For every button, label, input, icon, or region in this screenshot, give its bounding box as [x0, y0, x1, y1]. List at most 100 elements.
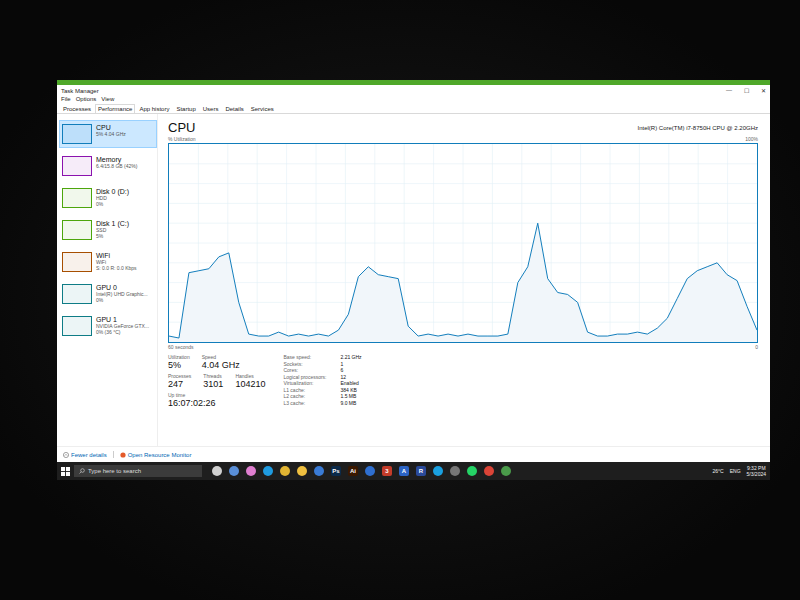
window-control[interactable]: ☐ [744, 87, 749, 94]
stat-row: Utilization5% Speed4.04 GHz [168, 354, 265, 370]
sidebar-item-name: WiFi [96, 252, 137, 259]
menu-item[interactable]: File [61, 96, 71, 104]
app-icon[interactable] [501, 466, 511, 476]
stat-value: 4.04 GHz [202, 360, 240, 370]
stats: Utilization5%Speed4.04 GHzProcesses247Th… [168, 351, 758, 408]
sidebar-item-text: GPU 1NVIDIA GeForce GTX...0% (36 °C) [96, 316, 149, 335]
window-title: Task Manager [61, 88, 99, 94]
app-icon[interactable]: Ai [348, 466, 358, 476]
stat-value: 5% [168, 360, 190, 370]
sidebar-item-detail: Intel(R) UHD Graphic... [96, 291, 148, 297]
resource-monitor-link[interactable]: Open Resource Monitor [120, 452, 192, 458]
axis-top: % Utilization100% [168, 135, 758, 143]
stat-label: Speed [202, 354, 240, 360]
task-manager-window: Task Manager—☐✕FileOptionsViewProcessesP… [57, 80, 770, 462]
app-icon[interactable] [246, 466, 256, 476]
stat: Up time16:07:02:26 [168, 392, 216, 408]
sidebar-item[interactable]: GPU 1NVIDIA GeForce GTX...0% (36 °C) [59, 312, 157, 340]
app-icon[interactable] [467, 466, 477, 476]
taskbar: Type here to search Ps Ai 3AR 26°C ENG 9:32 PM… [57, 462, 770, 480]
app-icon[interactable] [450, 466, 460, 476]
stat-label: Threads [203, 373, 223, 379]
spec-label: L2 cache: [283, 393, 326, 400]
tab[interactable]: Processes [60, 104, 94, 113]
app-icon[interactable]: 3 [382, 466, 392, 476]
stat-label: Utilization [168, 354, 190, 360]
stat-label: Handles [235, 373, 265, 379]
window-accent [57, 80, 770, 85]
chart-area [169, 223, 757, 342]
sidebar-item[interactable]: WiFiWiFiS: 0.0 R: 0.0 Kbps [59, 248, 157, 276]
window-control[interactable]: ✕ [761, 87, 766, 94]
sidebar-item[interactable]: Memory6.4/15.8 GB (42%) [59, 152, 157, 180]
thumbnail-graph [62, 188, 92, 208]
tab[interactable]: App history [136, 104, 172, 113]
stat-label: Processes [168, 373, 191, 379]
app-icon[interactable] [229, 466, 239, 476]
sidebar-item-name: GPU 1 [96, 316, 149, 323]
panel-header: CPUIntel(R) Core(TM) i7-8750H CPU @ 2.20… [168, 120, 758, 135]
windows-logo-icon[interactable] [61, 467, 70, 476]
app-icon[interactable] [263, 466, 273, 476]
sidebar-item[interactable]: Disk 1 (C:)SSD5% [59, 216, 157, 244]
panel-title: CPU [168, 120, 195, 135]
axis-bottom: 60 seconds0 [168, 343, 758, 351]
window-control[interactable]: — [726, 87, 732, 94]
sidebar-item-name: GPU 0 [96, 284, 148, 291]
performance-panel: CPUIntel(R) Core(TM) i7-8750H CPU @ 2.20… [158, 114, 770, 446]
clock[interactable]: 9:32 PM5/3/2024 [747, 465, 766, 477]
sidebar-item[interactable]: Disk 0 (D:)HDD0% [59, 184, 157, 212]
taskbar-apps: Ps Ai 3AR [206, 466, 709, 476]
sidebar-item[interactable]: CPU5% 4.04 GHz [59, 120, 157, 148]
app-icon[interactable] [484, 466, 494, 476]
screen: Task Manager—☐✕FileOptionsViewProcessesP… [57, 80, 770, 480]
spec-label: Base speed: [283, 354, 326, 361]
tab[interactable]: Performance [95, 104, 135, 113]
laptop-bezel: Task Manager—☐✕FileOptionsViewProcessesP… [0, 0, 800, 600]
spec-value: 1 [341, 361, 362, 368]
app-icon[interactable]: R [416, 466, 426, 476]
spec-label: Sockets: [283, 361, 326, 368]
app-icon[interactable] [280, 466, 290, 476]
dynamic-stats: Utilization5%Speed4.04 GHzProcesses247Th… [168, 354, 265, 408]
menu-item[interactable]: View [101, 96, 114, 104]
app-icon[interactable]: A [399, 466, 409, 476]
sidebar-item-text: Disk 0 (D:)HDD0% [96, 188, 129, 207]
app-icon[interactable] [433, 466, 443, 476]
app-icon[interactable] [314, 466, 324, 476]
search-box[interactable]: Type here to search [74, 465, 202, 477]
stat: Utilization5% [168, 354, 190, 370]
chart-line [169, 223, 757, 338]
sidebar-item-detail: 0% [96, 201, 129, 207]
fewer-details-link[interactable]: Fewer details [63, 452, 107, 458]
sidebar-item-detail: WiFi [96, 259, 137, 265]
sidebar-item-detail: 0% (36 °C) [96, 329, 149, 335]
app-icon[interactable]: Ps [331, 466, 341, 476]
stat-row: Processes247Threads3101Handles104210 [168, 373, 265, 389]
app-icon[interactable] [365, 466, 375, 476]
spec-value: 9.0 MB [341, 400, 362, 407]
sidebar-item[interactable]: GPU 0Intel(R) UHD Graphic...0% [59, 280, 157, 308]
tab[interactable]: Users [200, 104, 222, 113]
menu-item[interactable]: Options [76, 96, 97, 104]
stat-value: 3101 [203, 379, 223, 389]
sidebar-item-text: Memory6.4/15.8 GB (42%) [96, 156, 137, 169]
tab-bar: ProcessesPerformanceApp historyStartupUs… [57, 104, 770, 114]
stat: Threads3101 [203, 373, 223, 389]
spec-value: Enabled [341, 380, 362, 387]
weather[interactable]: 26°C [713, 468, 724, 474]
title-bar: Task Manager — ☐ ✕ [57, 85, 770, 96]
sidebar-item-name: Disk 0 (D:) [96, 188, 129, 195]
tab[interactable]: Startup [173, 104, 198, 113]
window-controls: — ☐ ✕ [726, 87, 766, 94]
tab[interactable]: Services [248, 104, 277, 113]
window-body: CPU5% 4.04 GHzMemory6.4/15.8 GB (42%)Dis… [57, 114, 770, 446]
spec-value: 6 [341, 367, 362, 374]
stat: Handles104210 [235, 373, 265, 389]
sidebar-item-text: Disk 1 (C:)SSD5% [96, 220, 129, 239]
tab[interactable]: Details [222, 104, 246, 113]
language[interactable]: ENG [730, 468, 741, 474]
app-icon[interactable] [212, 466, 222, 476]
app-icon[interactable] [297, 466, 307, 476]
footer-separator [113, 451, 114, 458]
